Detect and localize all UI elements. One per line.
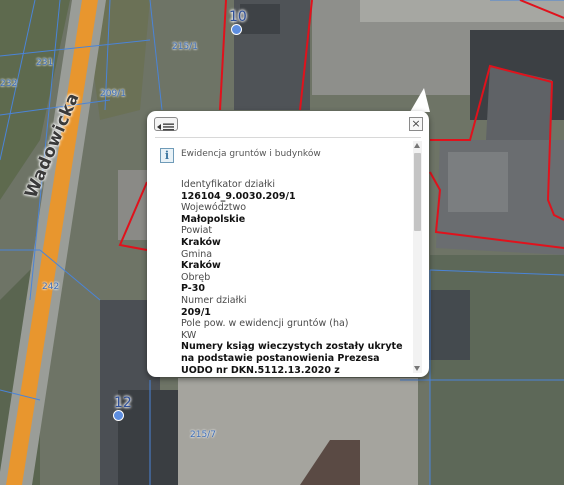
building-roof-detail	[448, 152, 508, 212]
plot-label: 232	[0, 79, 18, 89]
field-label: Identyfikator działki	[181, 179, 275, 190]
green-area	[430, 255, 564, 485]
plot-label: 231	[36, 58, 54, 68]
field-label: Obręb	[181, 271, 211, 283]
building	[426, 290, 470, 360]
menu-list-icon[interactable]	[154, 117, 178, 131]
plot-label: 209/1	[100, 89, 126, 99]
field-value: P-30	[181, 283, 205, 295]
field-label: Numer działki	[181, 294, 247, 306]
plot-label: 242	[42, 282, 60, 292]
field-label: Gmina	[181, 248, 213, 260]
field-label: Powiat	[181, 225, 213, 237]
info-icon: i	[160, 148, 174, 163]
scroll-down-arrow-icon[interactable]	[414, 366, 420, 371]
plot-label: 215/7	[190, 430, 216, 440]
address-number: 10	[229, 9, 247, 25]
attribute-list: Identyfikator działki 126104_9.0030.209/…	[181, 179, 406, 375]
field-label: Województwo	[181, 202, 247, 214]
address-point[interactable]	[231, 24, 242, 35]
feature-info-popup: × i Ewidencja gruntów i budynków Identyf…	[147, 111, 429, 377]
plaza	[360, 0, 564, 22]
field-value: 126104_9.0030.209/1	[181, 190, 296, 202]
building	[118, 170, 148, 240]
field-value: Kraków	[181, 236, 221, 248]
field-value: Numery ksiąg wieczystych zostały ukryte …	[181, 341, 403, 375]
popup-scrollbar[interactable]	[413, 141, 422, 373]
popup-divider	[155, 137, 421, 138]
field-label: Pole pow. w ewidencji gruntów (ha)	[181, 318, 349, 330]
layer-title: Ewidencja gruntów i budynków	[181, 149, 321, 159]
field-label: KW	[181, 329, 197, 341]
scrollbar-thumb[interactable]	[414, 153, 421, 231]
address-number: 12	[114, 395, 132, 411]
plot-label: 215/1	[172, 42, 198, 52]
scroll-up-arrow-icon[interactable]	[414, 143, 420, 148]
popup-pointer	[410, 88, 430, 112]
close-icon[interactable]: ×	[409, 117, 423, 131]
field-value: Małopolskie	[181, 213, 246, 225]
field-value: 209/1	[181, 306, 211, 318]
field-value: Kraków	[181, 260, 221, 272]
menu-list-icon-glyph	[157, 123, 174, 131]
address-point[interactable]	[113, 410, 124, 421]
